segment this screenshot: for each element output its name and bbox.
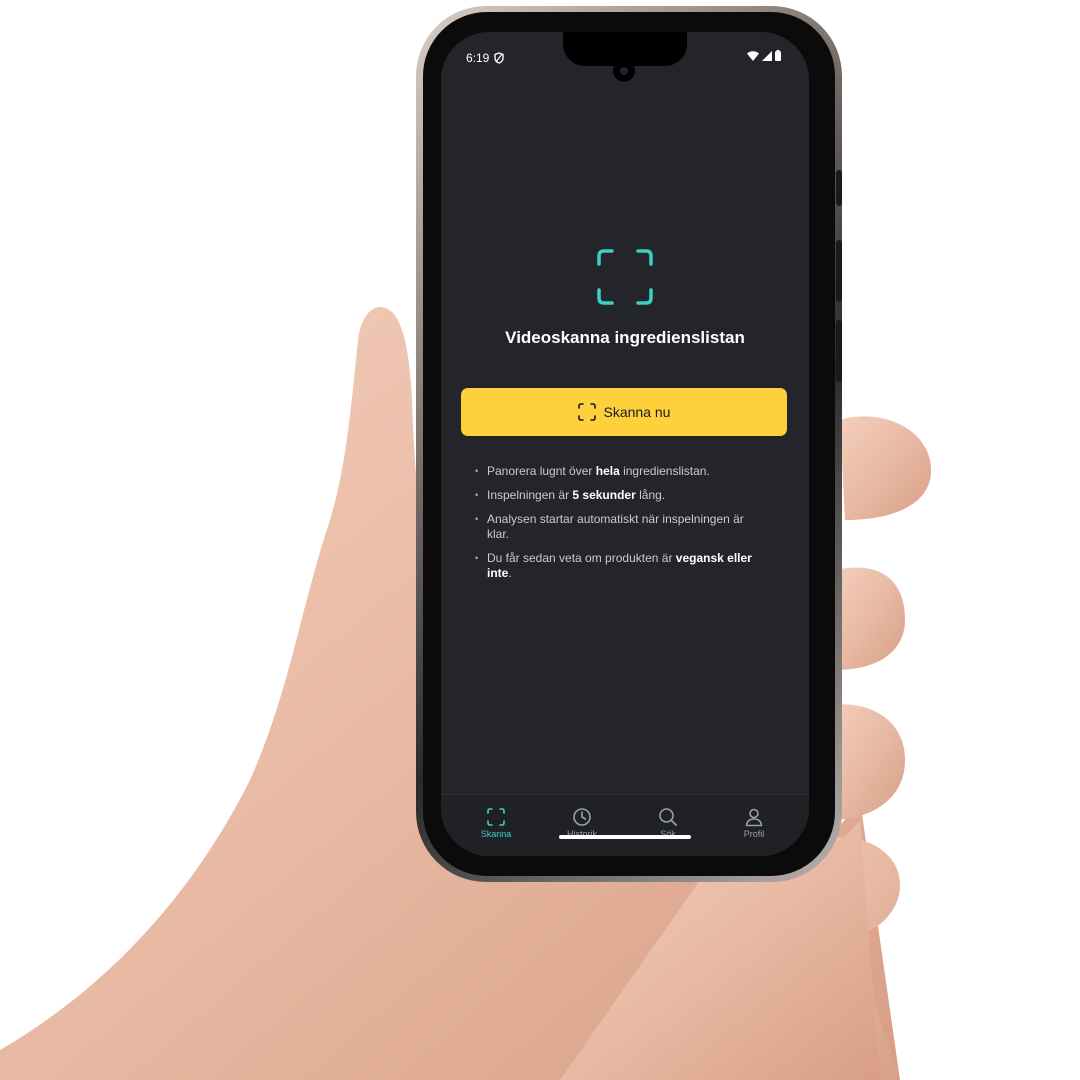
- scan-icon: [487, 808, 505, 826]
- clock-icon: [573, 808, 591, 826]
- home-indicator[interactable]: [559, 835, 691, 839]
- nav-item-skanna[interactable]: Skanna: [461, 795, 531, 856]
- search-icon: [659, 808, 677, 826]
- nav-label: Profil: [743, 829, 765, 839]
- scan-frame-icon: [597, 249, 653, 305]
- scan-now-label: Skanna nu: [603, 404, 671, 420]
- status-time-text: 6:19: [466, 51, 490, 65]
- front-camera: [613, 60, 635, 82]
- cell-signal-icon: [762, 50, 772, 61]
- list-item: Analysen startar automatiskt när inspeln…: [475, 512, 765, 542]
- scan-icon: [577, 403, 596, 421]
- app-screen: 6:19 Videoskanna ingredienslistan Skanna…: [441, 32, 809, 856]
- nav-item-sok[interactable]: Sök: [633, 795, 703, 856]
- instructions-list: Panorera lugnt över hela ingredienslista…: [475, 464, 765, 590]
- person-icon: [745, 808, 763, 827]
- list-item: Panorera lugnt över hela ingredienslista…: [475, 464, 765, 479]
- bottom-nav: Skanna Historik Sök Profil: [441, 794, 809, 856]
- shield-icon: [494, 52, 505, 64]
- nav-label: Skanna: [480, 829, 512, 839]
- page-title: Videoskanna ingredienslistan: [505, 328, 745, 347]
- scan-now-button[interactable]: Skanna nu: [461, 388, 787, 436]
- power-button: [836, 320, 842, 382]
- nav-item-profil[interactable]: Profil: [719, 795, 789, 856]
- status-icons: [747, 50, 781, 61]
- battery-icon: [775, 50, 781, 61]
- list-item: Du får sedan veta om produkten är vegans…: [475, 551, 765, 581]
- list-item: Inspelningen är 5 sekunder lång.: [475, 488, 765, 503]
- nav-item-historik[interactable]: Historik: [547, 795, 617, 856]
- status-time: 6:19: [466, 51, 505, 65]
- volume-button: [836, 240, 842, 302]
- wifi-icon: [747, 50, 759, 61]
- volume-button: [836, 170, 842, 206]
